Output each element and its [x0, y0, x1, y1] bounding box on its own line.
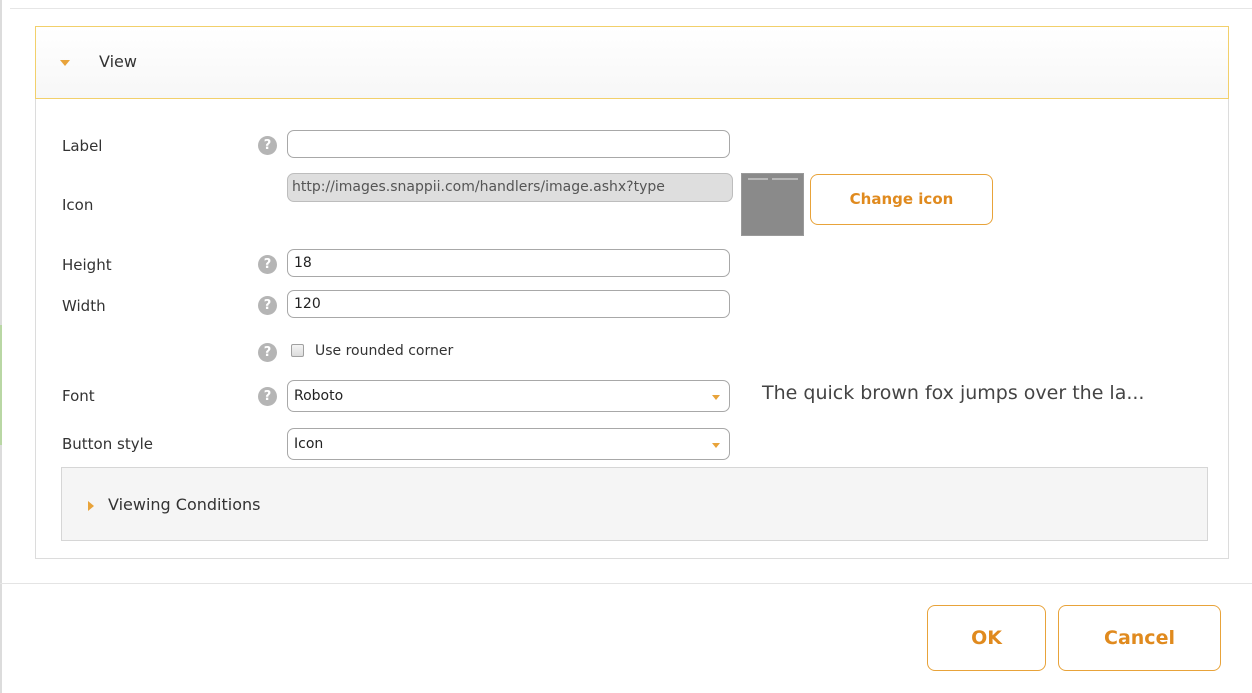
rounded-corner-help-icon[interactable]: ? [258, 343, 277, 362]
icon-preview-image [741, 173, 804, 236]
view-section-header[interactable]: View [35, 26, 1229, 99]
width-help-icon[interactable]: ? [258, 296, 277, 315]
window-edge-accent [0, 325, 2, 445]
caret-down-icon [712, 395, 720, 400]
icon-url-field: http://images.snappii.com/handlers/image… [287, 173, 733, 202]
footer-divider [0, 583, 1252, 584]
font-select[interactable]: Roboto [287, 380, 730, 412]
height-help-icon[interactable]: ? [258, 255, 277, 274]
icon-preview-detail [748, 178, 768, 180]
label-input[interactable] [287, 130, 730, 158]
top-divider [10, 8, 1252, 9]
triangle-down-icon[interactable] [60, 60, 70, 66]
font-select-value: Roboto [294, 388, 344, 404]
icon-field-label: Icon [62, 196, 94, 214]
height-input[interactable] [287, 249, 730, 277]
width-field-label: Width [62, 297, 106, 315]
cancel-button[interactable]: Cancel [1058, 605, 1221, 671]
view-section-title: View [99, 52, 137, 71]
height-field-label: Height [62, 256, 112, 274]
font-help-icon[interactable]: ? [258, 387, 277, 406]
change-icon-button[interactable]: Change icon [810, 174, 993, 225]
dialog: View Label ? Icon http://images.snappii.… [0, 0, 1252, 693]
rounded-corner-checkbox[interactable] [291, 344, 304, 357]
viewing-conditions-title: Viewing Conditions [108, 495, 261, 514]
rounded-corner-label[interactable]: Use rounded corner [315, 343, 453, 359]
triangle-right-icon[interactable] [88, 501, 94, 511]
width-input[interactable] [287, 290, 730, 318]
font-field-label: Font [62, 387, 95, 405]
button-style-select-value: Icon [294, 436, 324, 452]
font-preview-text: The quick brown fox jumps over the la... [762, 382, 1145, 404]
label-help-icon[interactable]: ? [258, 136, 277, 155]
icon-preview-detail [772, 178, 798, 180]
label-field-label: Label [62, 137, 103, 155]
ok-button[interactable]: OK [927, 605, 1046, 671]
caret-down-icon [712, 443, 720, 448]
button-style-select[interactable]: Icon [287, 428, 730, 460]
viewing-conditions-header[interactable]: Viewing Conditions [61, 467, 1208, 541]
button-style-field-label: Button style [62, 435, 153, 453]
